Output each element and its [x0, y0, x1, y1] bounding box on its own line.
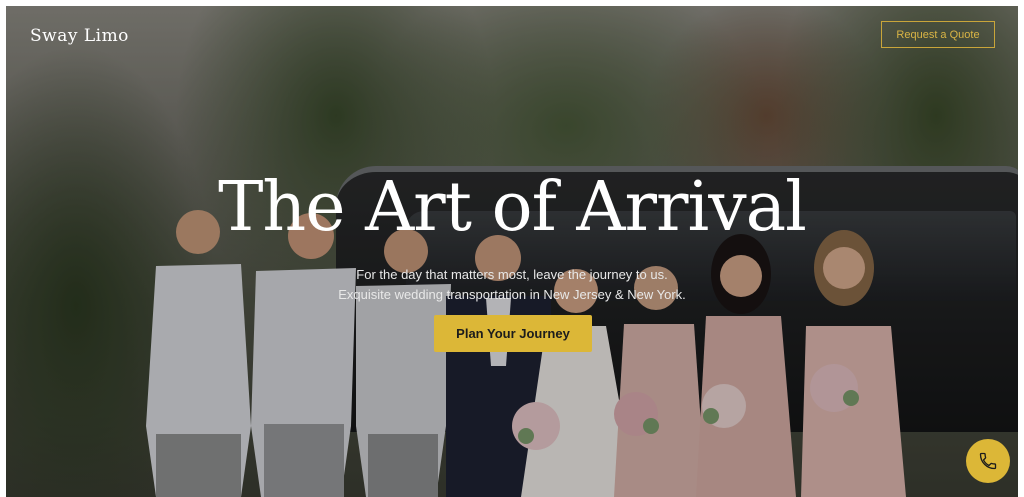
request-quote-button[interactable]: Request a Quote: [881, 21, 995, 48]
dark-overlay: [6, 6, 1018, 497]
hero-subtitle-line-1: For the day that matters most, leave the…: [356, 267, 668, 282]
plan-journey-button[interactable]: Plan Your Journey: [434, 315, 592, 352]
hero-section: Sway Limo Request a Quote The Art of Arr…: [6, 6, 1018, 497]
hero-subtitle: For the day that matters most, leave the…: [6, 265, 1018, 305]
phone-icon: [979, 452, 997, 470]
hero-subtitle-line-2: Exquisite wedding transportation in New …: [338, 287, 686, 302]
brand-logo[interactable]: Sway Limo: [30, 26, 129, 46]
hero-title: The Art of Arrival: [218, 168, 807, 247]
phone-call-button[interactable]: [966, 439, 1010, 483]
